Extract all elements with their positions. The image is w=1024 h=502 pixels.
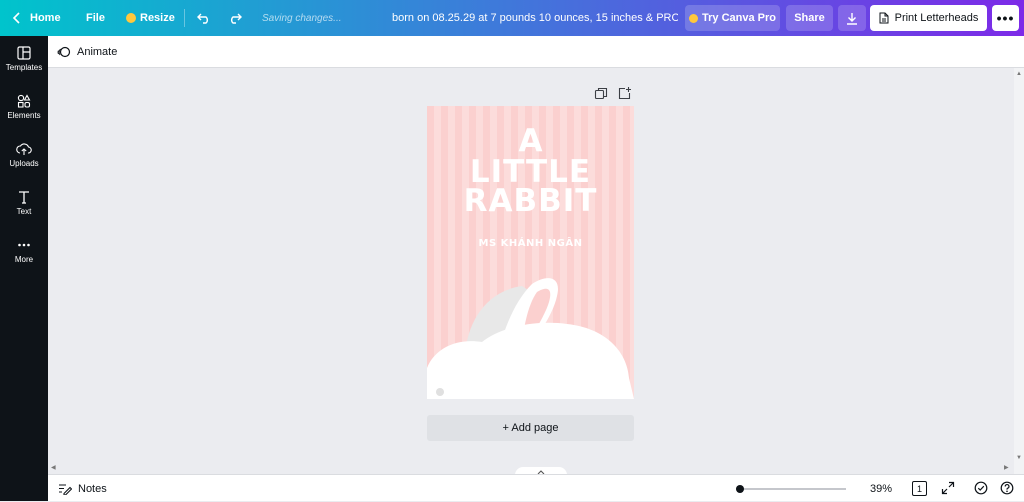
zoom-slider-handle[interactable] bbox=[736, 485, 744, 493]
download-icon bbox=[847, 12, 857, 25]
sidebar-item-more[interactable]: More bbox=[0, 238, 48, 282]
crown-icon bbox=[689, 13, 698, 23]
sidebar-item-elements[interactable]: Elements bbox=[0, 94, 48, 138]
animate-button[interactable]: Animate bbox=[57, 36, 117, 68]
resize-button[interactable]: Resize bbox=[126, 0, 175, 36]
add-page-icon-button[interactable] bbox=[618, 86, 632, 100]
sidebar-item-label: Elements bbox=[7, 111, 41, 120]
duplicate-page-button[interactable] bbox=[594, 87, 608, 101]
rabbit-illustration[interactable] bbox=[427, 106, 634, 399]
redo-icon bbox=[231, 13, 242, 24]
undo-icon bbox=[197, 13, 208, 24]
check-button[interactable] bbox=[974, 481, 988, 498]
print-letterheads-button[interactable]: Print Letterheads bbox=[870, 5, 987, 31]
share-button[interactable]: Share bbox=[786, 5, 833, 31]
left-sidebar: Templates Elements Uploads Text More bbox=[0, 36, 48, 501]
scroll-left-arrow-icon[interactable]: ◀ bbox=[51, 464, 56, 471]
page-count-button[interactable]: 1 bbox=[912, 481, 927, 496]
document-icon bbox=[879, 12, 889, 24]
chevron-left-icon bbox=[12, 12, 20, 24]
text-icon bbox=[19, 191, 29, 204]
sidebar-item-uploads[interactable]: Uploads bbox=[0, 142, 48, 186]
fullscreen-button[interactable] bbox=[941, 481, 955, 498]
notes-label: Notes bbox=[78, 482, 107, 495]
design-page[interactable]: A LITTLE RABBIT MS KHÁNH NGÂN bbox=[427, 106, 634, 399]
more-options-button[interactable]: ••• bbox=[992, 5, 1019, 31]
notes-button[interactable]: Notes bbox=[58, 475, 107, 502]
sidebar-item-label: More bbox=[14, 255, 34, 264]
save-status: Saving changes... bbox=[262, 12, 342, 24]
scroll-up-arrow-icon[interactable]: ▲ bbox=[1016, 71, 1022, 77]
elements-icon bbox=[17, 94, 31, 108]
download-button[interactable] bbox=[838, 5, 866, 31]
fullscreen-icon bbox=[941, 481, 955, 495]
uploads-icon bbox=[16, 143, 32, 155]
animate-icon bbox=[57, 46, 71, 58]
duplicate-icon bbox=[594, 87, 608, 100]
file-label: File bbox=[86, 12, 105, 24]
home-label: Home bbox=[30, 12, 61, 24]
page-count: 1 bbox=[916, 483, 922, 494]
scroll-down-arrow-icon[interactable]: ▼ bbox=[1016, 455, 1022, 461]
sidebar-item-text[interactable]: Text bbox=[0, 190, 48, 234]
vertical-scrollbar[interactable]: ▲ ▼ bbox=[1014, 68, 1024, 474]
animate-label: Animate bbox=[77, 46, 118, 58]
templates-icon bbox=[17, 46, 31, 60]
document-title[interactable]: born on 08.25.29 at 7 pounds 10 ounces, … bbox=[392, 0, 678, 36]
sidebar-item-label: Text bbox=[16, 207, 32, 216]
add-page-button[interactable]: + Add page bbox=[427, 415, 634, 441]
try-canva-pro-button[interactable]: Try Canva Pro bbox=[685, 5, 780, 31]
zoom-level[interactable]: 39% bbox=[866, 475, 896, 502]
rabbit-eye bbox=[436, 388, 444, 396]
notes-icon bbox=[59, 483, 72, 495]
top-toolbar: Home File Resize Saving changes... born … bbox=[0, 0, 1024, 36]
home-button[interactable]: Home bbox=[12, 0, 61, 36]
try-pro-label: Try Canva Pro bbox=[702, 12, 776, 24]
sidebar-item-label: Templates bbox=[5, 63, 43, 72]
rabbit-body bbox=[427, 322, 634, 399]
crown-icon bbox=[126, 13, 136, 23]
check-circle-icon bbox=[974, 481, 988, 495]
ellipsis-icon: ••• bbox=[996, 10, 1015, 26]
bottom-toolbar: Notes 39% 1 bbox=[48, 474, 1024, 501]
add-page-icon bbox=[618, 87, 631, 100]
add-page-label: + Add page bbox=[502, 422, 559, 434]
undo-button[interactable] bbox=[197, 0, 211, 36]
sidebar-item-label: Uploads bbox=[9, 159, 39, 168]
share-label: Share bbox=[794, 12, 825, 24]
redo-button[interactable] bbox=[228, 0, 242, 36]
help-button[interactable] bbox=[1000, 481, 1014, 498]
divider bbox=[184, 9, 185, 27]
context-toolbar: Animate bbox=[48, 36, 1024, 68]
zoom-slider[interactable] bbox=[736, 485, 846, 493]
print-label: Print Letterheads bbox=[894, 12, 979, 24]
file-menu[interactable]: File bbox=[86, 0, 105, 36]
help-icon bbox=[1000, 481, 1014, 495]
resize-label: Resize bbox=[140, 12, 175, 24]
scroll-right-arrow-icon[interactable]: ▶ bbox=[1004, 464, 1009, 471]
more-icon bbox=[18, 243, 30, 247]
sidebar-item-templates[interactable]: Templates bbox=[0, 46, 48, 90]
